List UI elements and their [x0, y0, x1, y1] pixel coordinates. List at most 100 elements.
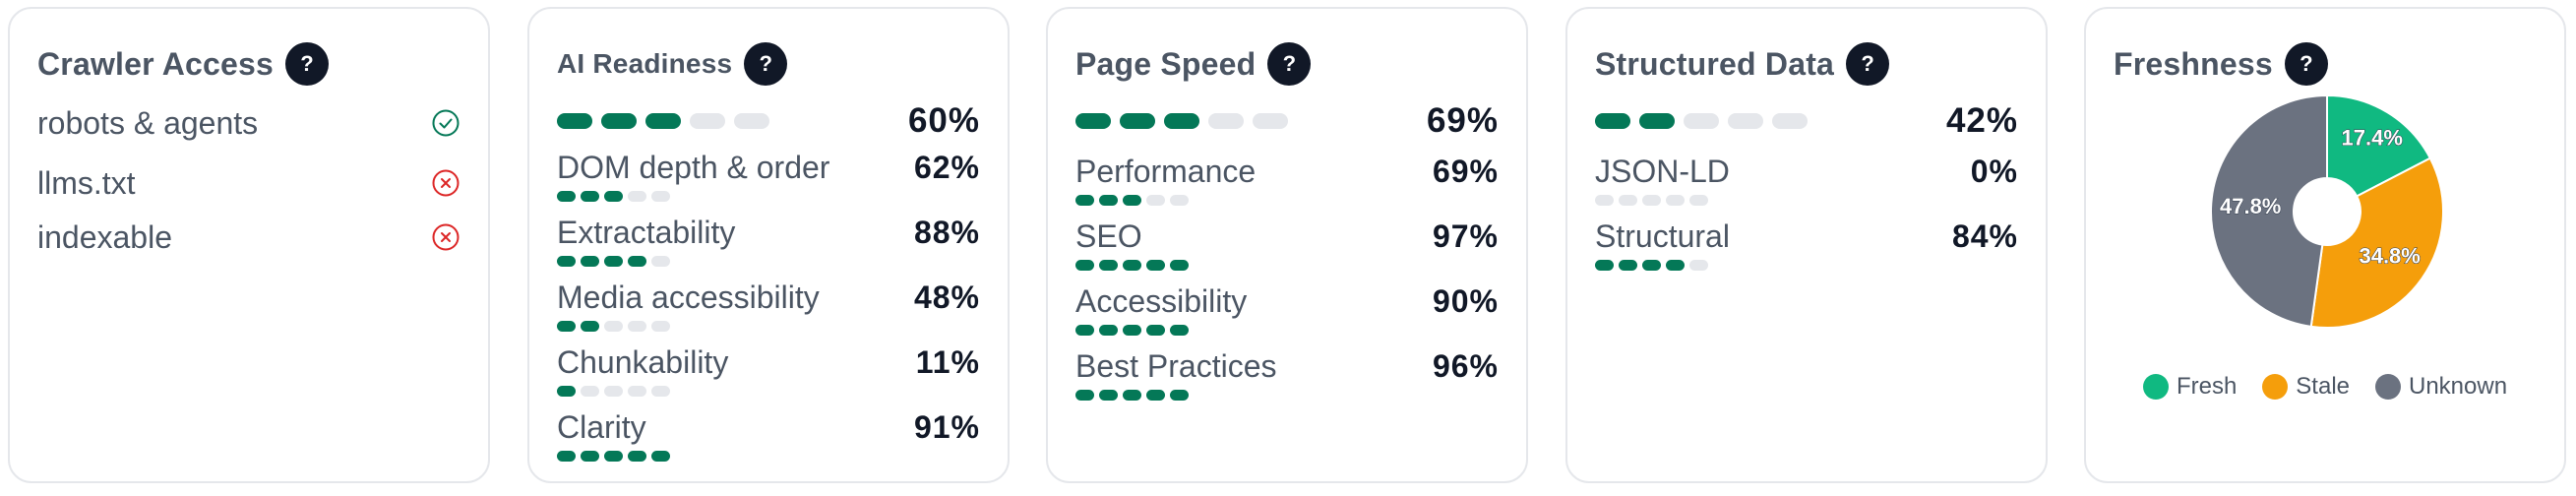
progress-segment-empty [628, 191, 646, 202]
metric-progress-bar [1595, 195, 1708, 206]
progress-segment-filled [1170, 260, 1189, 271]
metric-percentage: 91% [913, 409, 980, 445]
progress-segment-filled [628, 256, 646, 267]
progress-segment-filled [557, 191, 576, 202]
legend-item-fresh[interactable]: Fresh [2142, 373, 2237, 401]
progress-segment-filled [604, 451, 623, 462]
progress-segment-empty [1689, 260, 1708, 271]
metric-progress-bar [557, 451, 670, 462]
legend-item-unknown[interactable]: Unknown [2375, 373, 2507, 401]
overall-score: 42% [1595, 99, 2018, 143]
crawler-access-card: Crawler Access ? robots & agents llms.tx… [8, 7, 490, 483]
metric-progress-bar [557, 191, 670, 202]
metric-label: Media accessibility [557, 279, 820, 315]
page-speed-card: Page Speed ? 69% Performance 69% SEO 97%… [1046, 7, 1528, 483]
metric-percentage: 11% [915, 344, 980, 380]
metric-structural: Structural 84% [1595, 218, 2018, 278]
progress-segment-empty [1170, 195, 1189, 206]
pie-label-unknown: 47.8% [2220, 194, 2281, 218]
overall-score: 60% [557, 99, 980, 143]
progress-segment-filled [1123, 260, 1141, 271]
metric-performance: Performance 69% [1075, 154, 1499, 213]
progress-segment-empty [651, 256, 670, 267]
metric-label: JSON-LD [1595, 154, 1730, 189]
progress-segment-filled [1595, 113, 1630, 129]
progress-segment-filled [1146, 390, 1165, 401]
metric-percentage: 84% [1951, 218, 2018, 254]
ai-readiness-header: AI Readiness ? [557, 42, 788, 86]
metric-best-practices: Best Practices 96% [1075, 348, 1499, 407]
progress-segment-filled [1595, 260, 1614, 271]
metric-progress-bar [557, 256, 670, 267]
metric-label: Performance [1075, 154, 1257, 189]
metric-progress-bar [1075, 260, 1189, 271]
progress-segment-filled [1164, 113, 1199, 129]
progress-segment-filled [1099, 195, 1118, 206]
chart-legend: Fresh Stale Unknown [2086, 373, 2564, 401]
metric-label: SEO [1075, 218, 1142, 254]
progress-segment-filled [581, 191, 599, 202]
progress-segment-filled [1120, 113, 1155, 129]
help-icon[interactable]: ? [1846, 42, 1890, 86]
crawler-item-llms: llms.txt [37, 161, 460, 205]
x-circle-icon [432, 223, 460, 251]
metric-extractability: Extractability 88% [557, 215, 980, 274]
metric-percentage: 97% [1432, 218, 1499, 254]
progress-segment-filled [604, 256, 623, 267]
metric-label: Structural [1595, 218, 1730, 254]
progress-segment-filled [1170, 325, 1189, 336]
metric-progress-bar [1075, 195, 1189, 206]
overall-percentage: 60% [907, 101, 980, 140]
metric-label: Best Practices [1075, 348, 1277, 384]
metric-label: Chunkability [557, 344, 729, 380]
legend-swatch [2142, 374, 2169, 400]
progress-segment-empty [1684, 113, 1719, 129]
progress-segment-filled [645, 113, 681, 129]
progress-segment-filled [628, 451, 646, 462]
legend-item-stale[interactable]: Stale [2262, 373, 2350, 401]
structured-data-header: Structured Data ? [1595, 42, 1890, 86]
card-title: Structured Data [1595, 45, 1835, 82]
progress-segment-filled [1666, 260, 1685, 271]
progress-segment-empty [604, 386, 623, 397]
progress-segment-filled [581, 451, 599, 462]
metric-progress-bar [557, 386, 670, 397]
crawler-item-indexable: indexable [37, 216, 460, 259]
progress-segment-empty [651, 386, 670, 397]
check-circle-icon [432, 109, 460, 137]
structured-data-card: Structured Data ? 42% JSON-LD 0% Structu… [1565, 7, 2048, 483]
overall-percentage: 69% [1426, 101, 1499, 140]
pie-label-stale: 34.8% [2359, 244, 2420, 269]
progress-segment-filled [1099, 390, 1118, 401]
progress-segment-empty [628, 321, 646, 332]
card-title: Freshness [2114, 45, 2273, 82]
progress-segment-filled [1099, 325, 1118, 336]
progress-segment-filled [1075, 260, 1094, 271]
progress-segment-filled [604, 191, 623, 202]
card-title: Page Speed [1075, 45, 1257, 82]
progress-segment-empty [604, 321, 623, 332]
page-speed-header: Page Speed ? [1075, 42, 1312, 86]
overall-progress-bar [557, 113, 769, 129]
metric-percentage: 48% [913, 279, 980, 315]
metric-percentage: 0% [1970, 154, 2018, 189]
metric-progress-bar [1075, 325, 1189, 336]
progress-segment-filled [1075, 325, 1094, 336]
progress-segment-filled [1075, 113, 1111, 129]
legend-swatch [2375, 374, 2401, 400]
progress-segment-empty [1208, 113, 1244, 129]
progress-segment-empty [651, 191, 670, 202]
metric-progress-bar [1595, 260, 1708, 271]
crawler-item-label: indexable [37, 218, 172, 255]
progress-segment-empty [581, 386, 599, 397]
progress-segment-filled [557, 451, 576, 462]
help-icon[interactable]: ? [2284, 42, 2328, 86]
metric-label: Accessibility [1075, 283, 1248, 319]
metric-percentage: 62% [913, 150, 980, 185]
progress-segment-empty [1619, 195, 1637, 206]
help-icon[interactable]: ? [285, 42, 329, 86]
crawler-item-label: llms.txt [37, 164, 136, 201]
legend-label: Unknown [2409, 373, 2508, 400]
help-icon[interactable]: ? [1267, 42, 1312, 86]
help-icon[interactable]: ? [744, 42, 788, 86]
